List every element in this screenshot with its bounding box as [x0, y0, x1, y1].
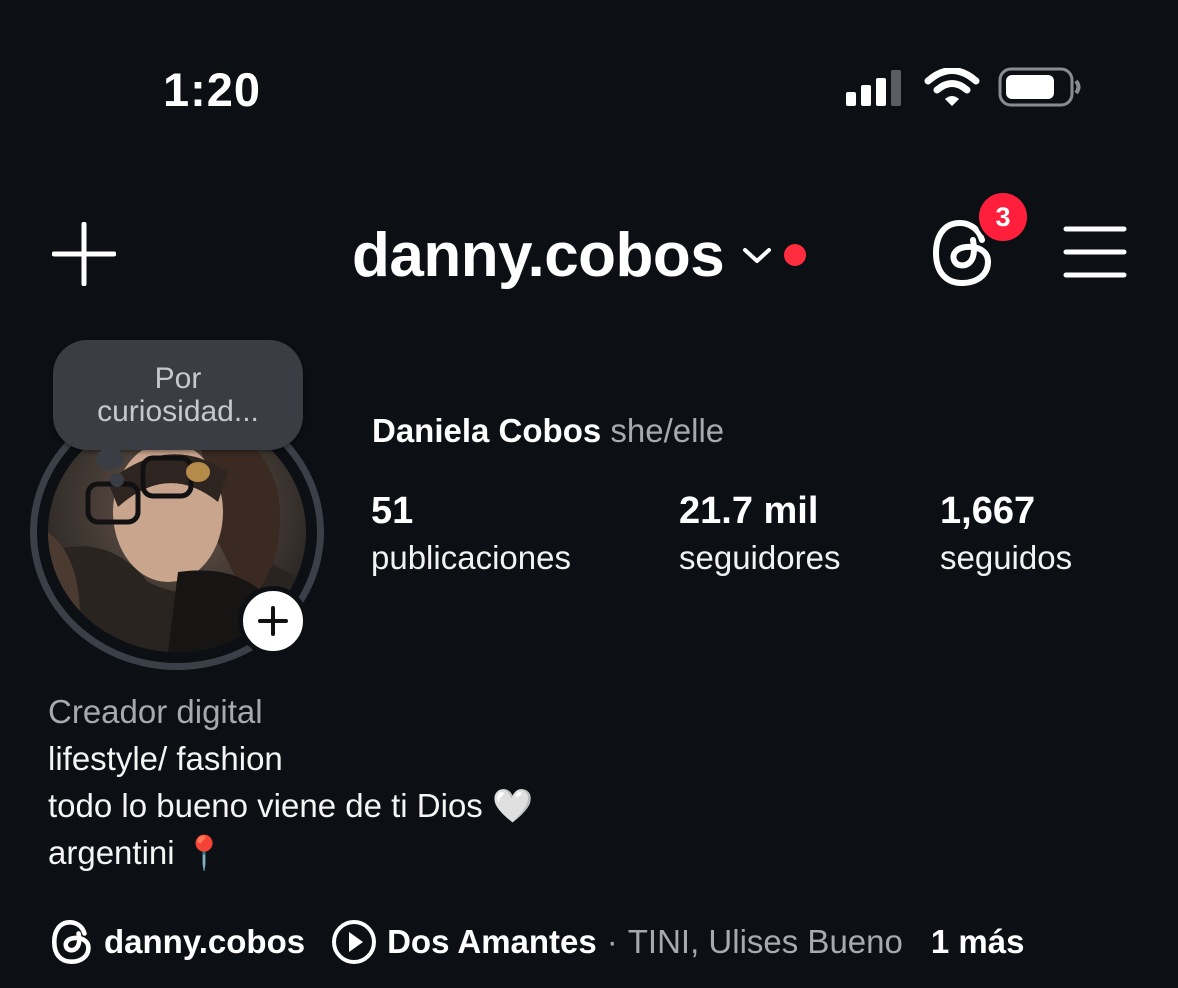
- account-switcher[interactable]: danny.cobos: [352, 218, 807, 292]
- add-story-button[interactable]: [238, 586, 308, 656]
- play-circle-icon: [332, 920, 377, 964]
- notification-dot: [784, 244, 807, 266]
- cellular-signal-icon: [846, 70, 901, 106]
- bio-line: argentini 📍: [48, 834, 225, 871]
- song-title: Dos Amantes: [387, 923, 597, 960]
- stat-label: seguidores: [679, 539, 841, 576]
- threads-icon: [51, 919, 91, 965]
- pronouns: she/elle: [610, 412, 725, 449]
- create-plus-button[interactable]: [52, 222, 116, 286]
- bio: Creador digital lifestyle/ fashion todo …: [48, 688, 533, 876]
- header-username: danny.cobos: [352, 220, 725, 290]
- stat-value: 1,667: [940, 490, 1036, 532]
- plus-icon: [258, 606, 288, 636]
- bio-category: Creador digital: [48, 693, 263, 730]
- wifi-icon: [924, 68, 980, 106]
- stat-value: 51: [371, 490, 414, 532]
- stat-posts[interactable]: 51 publicaciones: [371, 490, 571, 577]
- note-text-line: curiosidad...: [97, 395, 259, 428]
- note-bubble-tail: [96, 448, 124, 470]
- status-time: 1:20: [163, 63, 262, 116]
- profile-song-link[interactable]: Dos Amantes · TINI, Ulises Bueno: [331, 919, 903, 965]
- threads-notification-badge: 3: [976, 190, 1030, 244]
- stat-followers[interactable]: 21.7 mil seguidores: [679, 490, 840, 577]
- threads-profile-link[interactable]: danny.cobos: [50, 919, 305, 965]
- note-text-line: Por: [154, 362, 202, 395]
- bio-line: todo lo bueno viene de ti Dios 🤍: [48, 787, 534, 824]
- battery-icon: [998, 67, 1081, 107]
- full-name-row: Daniela Cobos she/elle: [372, 412, 724, 450]
- note-bubble-tail: [110, 473, 124, 487]
- profile-links-row: danny.cobos Dos Amantes · TINI, Ulises B…: [50, 914, 1024, 970]
- hamburger-menu-icon[interactable]: [1063, 224, 1127, 280]
- full-name: Daniela Cobos: [372, 412, 602, 449]
- profile-note-bubble[interactable]: Por curiosidad...: [53, 340, 303, 450]
- bio-line: lifestyle/ fashion: [48, 740, 283, 777]
- more-links-button[interactable]: 1 más: [931, 923, 1025, 961]
- song-separator: ·: [606, 923, 618, 960]
- stat-label: seguidos: [940, 539, 1073, 576]
- stat-label: publicaciones: [371, 539, 571, 576]
- song-artists: TINI, Ulises Bueno: [627, 923, 903, 960]
- stat-value: 21.7 mil: [679, 490, 819, 532]
- stat-following[interactable]: 1,667 seguidos: [940, 490, 1072, 577]
- threads-handle: danny.cobos: [104, 923, 306, 960]
- chevron-down-icon: [743, 248, 772, 263]
